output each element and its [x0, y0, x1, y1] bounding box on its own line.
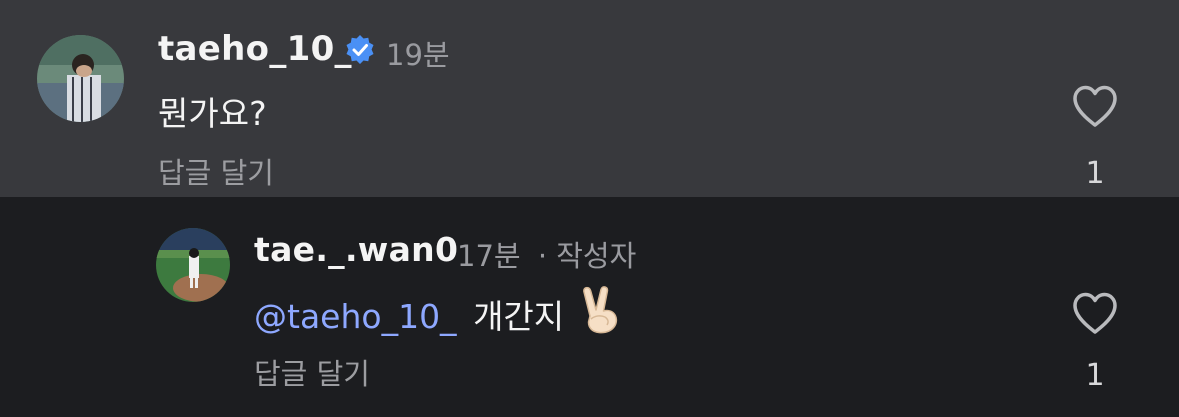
avatar-taeho[interactable]: [37, 35, 124, 122]
reply-username[interactable]: tae._.wan0: [254, 230, 458, 269]
reply-button[interactable]: 답글 달기: [158, 150, 274, 192]
comment-text: 뭔가요?: [158, 94, 267, 133]
reply-text: @taeho_10_ 개간지: [254, 286, 623, 342]
mention-link[interactable]: @taeho_10_: [254, 297, 457, 336]
comment-taewan-reply: tae._.wan0 17분 · 작성자 @taeho_10_ 개간지 답글 달…: [0, 197, 1179, 417]
reply-time: 17분 · 작성자: [457, 233, 636, 275]
reply-text-content: 개간지: [473, 297, 565, 336]
comment-time: 19분: [386, 38, 450, 72]
verified-badge-icon: [344, 34, 376, 70]
like-heart-icon[interactable]: [1071, 291, 1119, 339]
like-count: 1: [1085, 156, 1105, 191]
peace-emoji-icon: [579, 286, 623, 342]
like-heart-icon[interactable]: [1071, 84, 1119, 132]
avatar-taewan[interactable]: [156, 228, 230, 302]
reply-button[interactable]: 답글 달기: [254, 351, 370, 393]
reply-time-value: 17분: [457, 239, 521, 273]
comment-username[interactable]: taeho_10_: [158, 29, 352, 69]
author-tag: · 작성자: [537, 239, 637, 273]
comment-taeho: taeho_10_ 19분 뭔가요? 답글 달기 1: [0, 0, 1179, 197]
like-count: 1: [1085, 358, 1105, 393]
